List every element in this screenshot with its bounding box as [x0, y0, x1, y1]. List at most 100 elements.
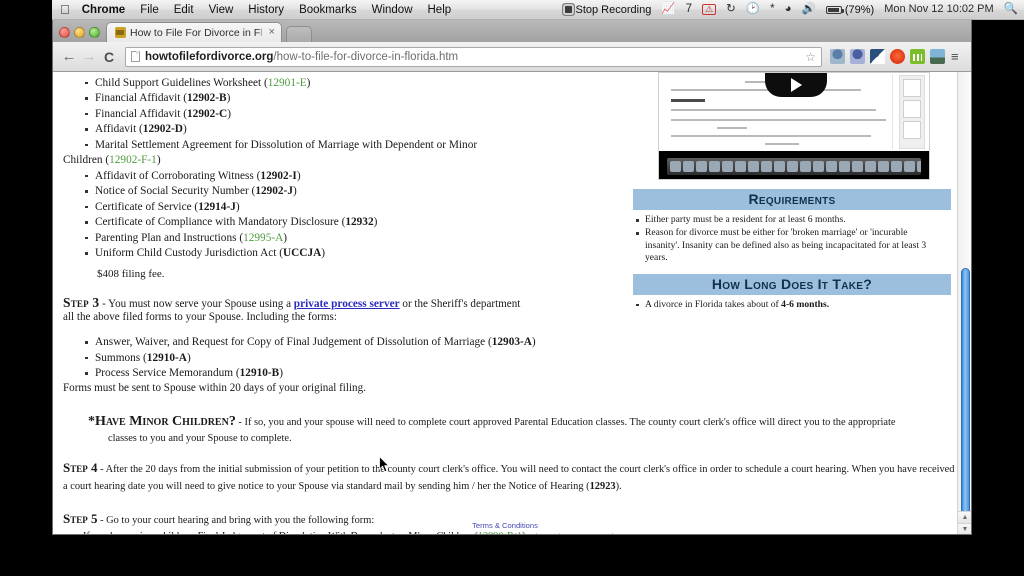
scroll-down-button[interactable]: ▼ — [958, 523, 971, 534]
minor-children-section: *Have Minor Children? - If so, you and y… — [88, 412, 957, 444]
step-4-label: Step 4 — [63, 460, 98, 476]
page-info-icon[interactable] — [131, 51, 140, 62]
private-process-server-link[interactable]: private process server — [294, 298, 400, 310]
step-4-section: Step 4 - After the 20 days from the init… — [63, 460, 957, 493]
list-item: Summons (12910-A) — [85, 351, 608, 365]
dock-app-icon — [904, 161, 915, 172]
menu-item-view[interactable]: View — [209, 4, 234, 16]
doc-line — [671, 119, 886, 121]
apple-menu-icon[interactable]:  — [60, 3, 70, 16]
list-item: Affidavit (12902-D) — [85, 122, 608, 136]
list-item: Uniform Child Custody Jurisdiction Act (… — [85, 246, 608, 260]
back-button[interactable]: ← — [59, 49, 79, 64]
menu-item-window[interactable]: Window — [372, 4, 413, 16]
step-3-label: Step 3 — [63, 294, 100, 310]
battery-indicator[interactable]: (79%) — [825, 4, 874, 16]
how-long-heading: How Long Does It Take? — [633, 273, 951, 295]
desktop-left-margin — [0, 0, 52, 576]
menu-item-chrome[interactable]: Chrome — [82, 4, 125, 16]
person-badge-icon[interactable] — [850, 49, 865, 64]
tab-active[interactable]: How to File For Divorce in Fl × — [106, 22, 282, 42]
scrollbar-thumb[interactable] — [961, 268, 970, 526]
list-item: Financial Affidavit (12902-B) — [85, 91, 608, 105]
forms-list-top: Child Support Guidelines Worksheet (1290… — [85, 76, 608, 152]
volume-icon[interactable]: 🔊 — [802, 3, 816, 16]
photo-icon[interactable] — [930, 49, 945, 64]
new-tab-button[interactable] — [285, 26, 312, 42]
form-code: 12932 — [345, 216, 374, 228]
menu-item-history[interactable]: History — [248, 4, 284, 16]
minor-children-heading: *Have Minor Children? — [88, 414, 236, 430]
forward-button[interactable]: → — [79, 49, 99, 64]
step-3-section: Step 3 - You must now serve your Spouse … — [63, 295, 608, 396]
stop-recording-button[interactable]: Stop Recording — [564, 3, 652, 16]
stop-recording-label: Stop Recording — [575, 3, 652, 16]
red-circle-icon[interactable] — [890, 49, 905, 64]
requirements-list: Either party must be a resident for at l… — [633, 214, 933, 265]
dock-app-icon — [826, 161, 837, 172]
spotlight-search-icon[interactable]: 🔍 — [1004, 3, 1018, 16]
form-code: 12902-F-1 — [109, 154, 157, 166]
chrome-browser-window: How to File For Divorce in Fl × ← → C ho… — [52, 20, 972, 535]
bookmark-star-icon[interactable]: ☆ — [805, 50, 816, 64]
menu-item-edit[interactable]: Edit — [174, 4, 194, 16]
video-embed[interactable] — [658, 72, 930, 180]
bar-chart-icon[interactable]: 📈 — [661, 3, 675, 16]
chrome-menu-icon[interactable]: ≡ — [951, 50, 965, 63]
vertical-scrollbar[interactable]: ▲ ▼ — [957, 72, 971, 534]
extension-toolbar — [828, 49, 945, 64]
reload-button[interactable]: C — [99, 50, 119, 64]
dock-app-icon — [800, 161, 811, 172]
minimize-window-button[interactable] — [74, 27, 85, 38]
dock-app-icon — [839, 161, 850, 172]
bluetooth-icon[interactable]: * — [770, 3, 774, 16]
how-long-list: A divorce in Florida takes about of 4-6 … — [633, 299, 933, 311]
minor-children-body-cont: classes to you and your Spouse to comple… — [108, 433, 292, 445]
dock-app-icon — [761, 161, 772, 172]
refresh-icon[interactable]: ↻ — [726, 3, 736, 16]
dock-app-icon — [878, 161, 889, 172]
tiles-icon[interactable] — [870, 49, 885, 64]
close-window-button[interactable] — [59, 27, 70, 38]
mac-dock — [667, 158, 921, 175]
address-bar[interactable]: howtofilefordivorce.org /how-to-file-for… — [125, 46, 822, 67]
page-footer: Terms & Conditions HowtoFileForDivorce.o… — [53, 520, 957, 534]
form-code: 12902-B — [187, 92, 227, 104]
thumbnail-item — [903, 121, 921, 139]
terms-and-conditions-link[interactable]: Terms & Conditions — [53, 520, 957, 531]
menu-item-bookmarks[interactable]: Bookmarks — [299, 4, 357, 16]
step-3-paragraph-line2: all the above filed forms to your Spouse… — [63, 311, 337, 324]
dock-app-icon — [787, 161, 798, 172]
list-item: A divorce in Florida takes about of 4-6 … — [633, 299, 933, 311]
web-page-content: Child Support Guidelines Worksheet (1290… — [53, 72, 957, 534]
green-chart-icon[interactable] — [910, 49, 925, 64]
zoom-window-button[interactable] — [89, 27, 100, 38]
desktop-right-margin — [972, 0, 1024, 576]
wifi-icon[interactable]: ◕ — [785, 3, 792, 16]
step-3-forms-list: Answer, Waiver, and Request for Copy of … — [85, 335, 608, 380]
menu-item-file[interactable]: File — [140, 4, 159, 16]
exclamation-icon[interactable]: ⚠ — [702, 4, 717, 15]
scroll-up-button[interactable]: ▲ — [958, 511, 971, 523]
person-icon[interactable] — [830, 49, 845, 64]
tab-title: How to File For Divorce in Fl — [130, 26, 263, 39]
mac-menu-bar:  Chrome File Edit View History Bookmark… — [52, 0, 1024, 20]
play-button-icon[interactable] — [765, 73, 827, 97]
list-item: Either party must be a resident for at l… — [633, 214, 933, 226]
dock-app-icon — [683, 161, 694, 172]
footer-line-2: HowtoFileForDivorce.org provides informa… — [53, 531, 957, 534]
dock-app-icon — [735, 161, 746, 172]
step-4-body-line2: a court hearing date you will need to gi… — [63, 481, 622, 493]
doc-line — [671, 135, 871, 137]
menu-bar-status-area: Stop Recording 📈 7 ⚠ ↻ 🕑 * ◕ 🔊 (79%) Mon… — [555, 3, 1018, 16]
form-code: 12902-C — [187, 107, 228, 120]
favicon-icon — [115, 27, 126, 38]
tab-close-icon[interactable]: × — [268, 27, 274, 38]
clock-datetime-label: Mon Nov 12 10:02 PM — [884, 3, 994, 15]
menu-item-help[interactable]: Help — [428, 4, 452, 16]
form-code: 12914-J — [198, 200, 236, 213]
step-3-paragraph: Step 3 - You must now serve your Spouse … — [63, 294, 521, 310]
tab-strip: How to File For Divorce in Fl × — [53, 20, 971, 42]
dock-app-icon — [865, 161, 876, 172]
clock-icon[interactable]: 🕑 — [746, 3, 760, 16]
